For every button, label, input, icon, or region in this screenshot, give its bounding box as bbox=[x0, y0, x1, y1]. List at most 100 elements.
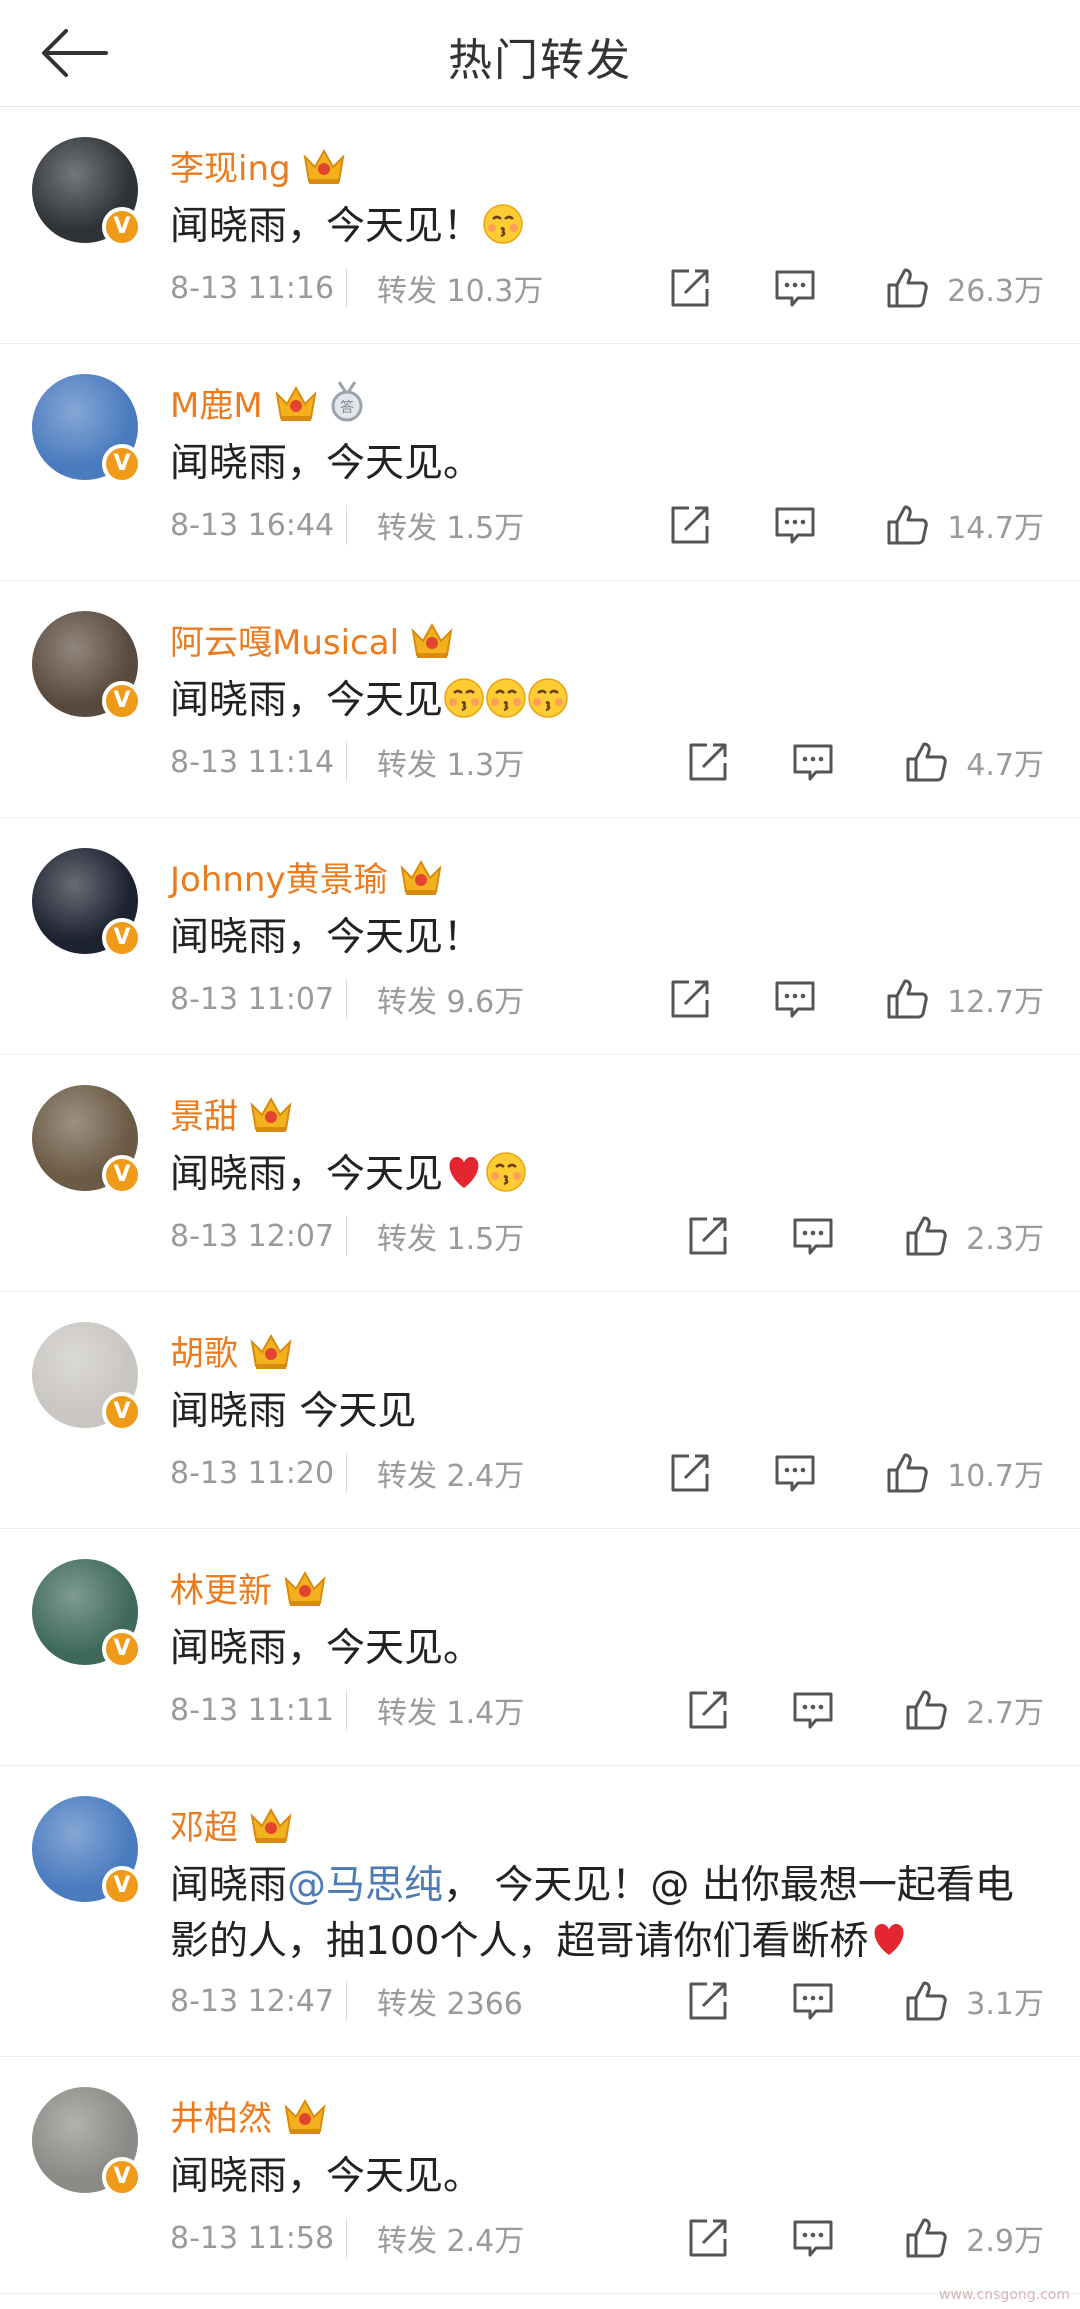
username-link[interactable]: Johnny黄景瑜 bbox=[170, 852, 388, 901]
repost-item[interactable]: V 阿云嘎Musical 闻晓雨，今天见 8-13 11:14 转发 1.3万 bbox=[0, 581, 1080, 818]
kiss-emoji-icon bbox=[444, 678, 484, 718]
avatar[interactable]: V bbox=[32, 1796, 142, 1906]
share-icon[interactable] bbox=[685, 1687, 731, 1733]
username-link[interactable]: 阿云嘎Musical bbox=[170, 615, 399, 664]
post-text: 闻晓雨，今天见！ bbox=[170, 204, 483, 249]
crown-badge-icon bbox=[248, 1091, 294, 1135]
avatar[interactable]: V bbox=[32, 1085, 142, 1195]
comment-icon[interactable] bbox=[790, 739, 836, 785]
avatar[interactable]: V bbox=[32, 137, 142, 247]
thumbs-up-icon bbox=[906, 1216, 948, 1256]
thumbs-up-icon bbox=[887, 1453, 928, 1493]
comment-icon[interactable] bbox=[790, 1978, 836, 2024]
post-content: 闻晓雨，今天见 bbox=[170, 1147, 1040, 1203]
mention-link[interactable]: @马思纯 bbox=[287, 1863, 443, 1908]
like-button[interactable]: 3.1万 bbox=[904, 1976, 1044, 2026]
like-button[interactable]: 4.7万 bbox=[904, 737, 1044, 787]
avatar[interactable]: V bbox=[32, 1322, 142, 1432]
repost-list: V 李现ing 闻晓雨，今天见！ 8-13 11:16 转发 10.3万 26.… bbox=[0, 107, 1080, 2294]
repost-item[interactable]: V 胡歌 闻晓雨 今天见 8-13 11:20 转发 2.4万 10.7万 bbox=[0, 1292, 1080, 1529]
thumbs-up-icon bbox=[906, 1981, 948, 2021]
comment-icon[interactable] bbox=[790, 1687, 836, 1733]
avatar[interactable]: V bbox=[32, 374, 142, 484]
divider bbox=[346, 505, 347, 545]
username-link[interactable]: M鹿M bbox=[170, 378, 263, 427]
username-link[interactable]: 邓超 bbox=[170, 1800, 238, 1849]
post-timestamp: 8-13 11:20 bbox=[170, 1455, 335, 1491]
avatar[interactable]: V bbox=[32, 2087, 142, 2197]
share-icon[interactable] bbox=[667, 976, 713, 1022]
repost-count: 转发 1.4万 bbox=[377, 1696, 525, 1731]
post-timestamp: 8-13 11:07 bbox=[170, 981, 335, 1017]
repost-item[interactable]: V 李现ing 闻晓雨，今天见！ 8-13 11:16 转发 10.3万 26.… bbox=[0, 107, 1080, 344]
avatar[interactable]: V bbox=[32, 848, 142, 958]
username-link[interactable]: 胡歌 bbox=[170, 1326, 238, 1375]
comment-icon[interactable] bbox=[790, 2215, 836, 2261]
repost-count: 转发 2.4万 bbox=[377, 2224, 525, 2259]
like-button[interactable]: 14.7万 bbox=[885, 500, 1044, 550]
post-text: 闻晓雨，今天见。 bbox=[170, 2154, 483, 2199]
medal-badge-icon: 答 bbox=[327, 380, 367, 424]
kiss-emoji-icon bbox=[486, 678, 526, 718]
post-content: 闻晓雨，今天见。 bbox=[170, 436, 1040, 492]
verified-badge-icon: V bbox=[102, 1629, 142, 1669]
thumbs-up-icon bbox=[887, 505, 928, 545]
username-link[interactable]: 李现ing bbox=[170, 141, 291, 190]
repost-count: 转发 1.3万 bbox=[377, 748, 525, 783]
repost-item[interactable]: V 邓超 闻晓雨@马思纯， 今天见！@ 出你最想一起看电影的人，抽100个人，超… bbox=[0, 1766, 1080, 2057]
post-text: 闻晓雨，今天见 bbox=[170, 678, 444, 723]
username-link[interactable]: 林更新 bbox=[170, 1563, 272, 1612]
comment-icon[interactable] bbox=[772, 265, 818, 311]
like-count: 3.1万 bbox=[966, 1987, 1044, 2022]
svg-text:答: 答 bbox=[340, 399, 354, 416]
share-icon[interactable] bbox=[685, 1213, 731, 1259]
avatar[interactable]: V bbox=[32, 611, 142, 721]
comment-icon[interactable] bbox=[772, 502, 818, 548]
like-count: 2.9万 bbox=[966, 2224, 1044, 2259]
username-link[interactable]: 井柏然 bbox=[170, 2091, 272, 2140]
like-count: 14.7万 bbox=[947, 511, 1044, 546]
thumbs-up-icon bbox=[906, 742, 948, 782]
post-content: 闻晓雨，今天见。 bbox=[170, 1621, 1040, 1677]
repost-count: 转发 1.5万 bbox=[377, 511, 525, 546]
share-icon[interactable] bbox=[685, 1978, 731, 2024]
avatar[interactable]: V bbox=[32, 1559, 142, 1669]
post-text: 闻晓雨，今天见。 bbox=[170, 1626, 483, 1671]
verified-badge-icon: V bbox=[102, 1392, 142, 1432]
like-button[interactable]: 2.3万 bbox=[904, 1211, 1044, 1261]
divider bbox=[346, 268, 347, 308]
like-button[interactable]: 10.7万 bbox=[885, 1448, 1044, 1498]
share-icon[interactable] bbox=[667, 502, 713, 548]
like-button[interactable]: 2.7万 bbox=[904, 1685, 1044, 1735]
verified-badge-icon: V bbox=[102, 1866, 142, 1906]
repost-item[interactable]: V 景甜 闻晓雨，今天见 8-13 12:07 转发 1.5万 2.3万 bbox=[0, 1055, 1080, 1292]
share-icon[interactable] bbox=[685, 739, 731, 785]
verified-badge-icon: V bbox=[102, 1155, 142, 1195]
post-timestamp: 8-13 11:58 bbox=[170, 2220, 335, 2256]
post-content: 闻晓雨@马思纯， 今天见！@ 出你最想一起看电影的人，抽100个人，超哥请你们看… bbox=[170, 1858, 1040, 1970]
comment-icon[interactable] bbox=[772, 1450, 818, 1496]
share-icon[interactable] bbox=[685, 2215, 731, 2261]
like-count: 2.3万 bbox=[966, 1222, 1044, 1257]
repost-item[interactable]: V 林更新 闻晓雨，今天见。 8-13 11:11 转发 1.4万 2.7万 bbox=[0, 1529, 1080, 1766]
username-link[interactable]: 景甜 bbox=[170, 1089, 238, 1138]
post-timestamp: 8-13 11:16 bbox=[170, 270, 335, 306]
like-button[interactable]: 26.3万 bbox=[885, 263, 1044, 313]
share-icon[interactable] bbox=[667, 265, 713, 311]
repost-count: 转发 10.3万 bbox=[377, 274, 544, 309]
like-button[interactable]: 12.7万 bbox=[885, 974, 1044, 1024]
repost-item[interactable]: V M鹿M 答 闻晓雨，今天见。 8-13 16:44 转发 1.5万 14.7… bbox=[0, 344, 1080, 581]
post-text: 闻晓雨 今天见 bbox=[170, 1389, 417, 1434]
comment-icon[interactable] bbox=[790, 1213, 836, 1259]
comment-icon[interactable] bbox=[772, 976, 818, 1022]
repost-item[interactable]: V 井柏然 闻晓雨，今天见。 8-13 11:58 转发 2.4万 2.9万 bbox=[0, 2057, 1080, 2294]
post-text: 闻晓雨，今天见。 bbox=[170, 441, 483, 486]
repost-item[interactable]: V Johnny黄景瑜 闻晓雨，今天见！ 8-13 11:07 转发 9.6万 bbox=[0, 818, 1080, 1055]
like-button[interactable]: 2.9万 bbox=[904, 2213, 1044, 2263]
heart-emoji-icon bbox=[874, 1924, 904, 1955]
repost-count: 转发 2366 bbox=[377, 1987, 523, 2022]
share-icon[interactable] bbox=[667, 1450, 713, 1496]
post-content: 闻晓雨 今天见 bbox=[170, 1384, 1040, 1440]
page-title: 热门转发 bbox=[448, 35, 632, 86]
top-navigation-bar: 热门转发 bbox=[0, 0, 1080, 107]
